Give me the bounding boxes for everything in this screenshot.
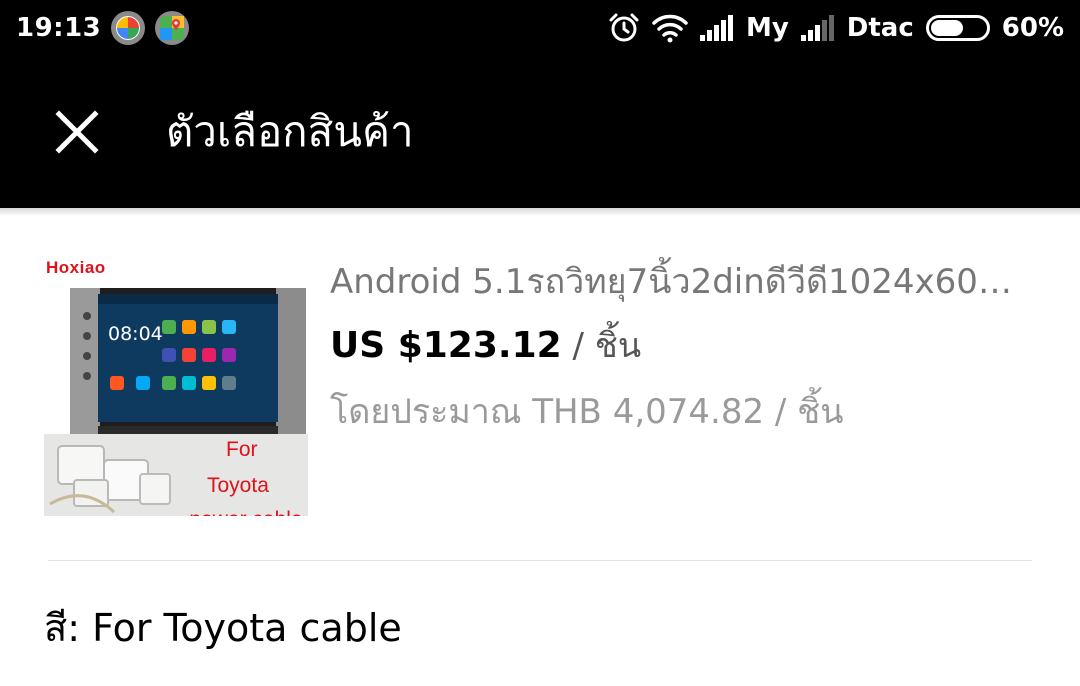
close-button[interactable]: [22, 77, 132, 187]
price-unit: / ชิ้น: [561, 326, 642, 366]
close-icon: [55, 110, 99, 154]
price-row: US $123.12 / ชิ้น: [330, 320, 1030, 378]
status-time: 19:13: [16, 13, 102, 43]
promo-text-toyota: Toyota: [207, 474, 269, 497]
car-stereo-illustration: 08:04: [70, 288, 306, 450]
screen-clock: 08:04: [108, 323, 163, 345]
app-bar-shadow: [0, 208, 1080, 216]
battery-percent: 60%: [1001, 13, 1064, 43]
carrier-2-label: Dtac: [846, 13, 914, 43]
photos-app-icon: [111, 11, 146, 45]
product-summary: Hoxiao 08:04 For Toyota Android 5.1รถวิท…: [0, 216, 1080, 560]
approx-price-row: โดยประมาณ THB 4,074.82 / ชิ้น: [330, 386, 1030, 444]
product-price: US $123.12: [330, 325, 562, 366]
divider: [48, 560, 1032, 561]
brand-logo: Hoxiao: [46, 258, 106, 277]
maps-app-icon: [155, 11, 190, 45]
signal-icon: [800, 15, 835, 41]
product-title: Android 5.1รถวิทยุ7นิ้ว2dinดีวีดี1024x60…: [330, 262, 1030, 302]
page-title: ตัวเลือกสินค้า: [166, 107, 414, 156]
status-right: My Dtac 60%: [608, 12, 1064, 44]
battery-icon: [925, 15, 990, 41]
wifi-icon: [652, 13, 688, 43]
promo-text-for: For: [226, 438, 258, 461]
app-bar: ตัวเลือกสินค้า: [0, 56, 1080, 208]
approx-price: โดยประมาณ THB 4,074.82 / ชิ้น: [330, 392, 844, 432]
color-option-label: สี: For Toyota cable: [44, 606, 402, 650]
signal-icon: [699, 15, 734, 41]
product-image[interactable]: Hoxiao 08:04 For Toyota: [44, 252, 308, 516]
product-info: Android 5.1รถวิทยุ7นิ้ว2dinดีวีดี1024x60…: [330, 256, 1030, 444]
promo-text-power-cable: power cable: [182, 508, 308, 516]
status-left: 19:13: [16, 11, 190, 45]
status-bar: 19:13 My Dtac 60%: [0, 0, 1080, 56]
alarm-icon: [608, 12, 640, 44]
battery-level-fill: [930, 20, 964, 36]
carrier-1-label: My: [745, 13, 789, 43]
